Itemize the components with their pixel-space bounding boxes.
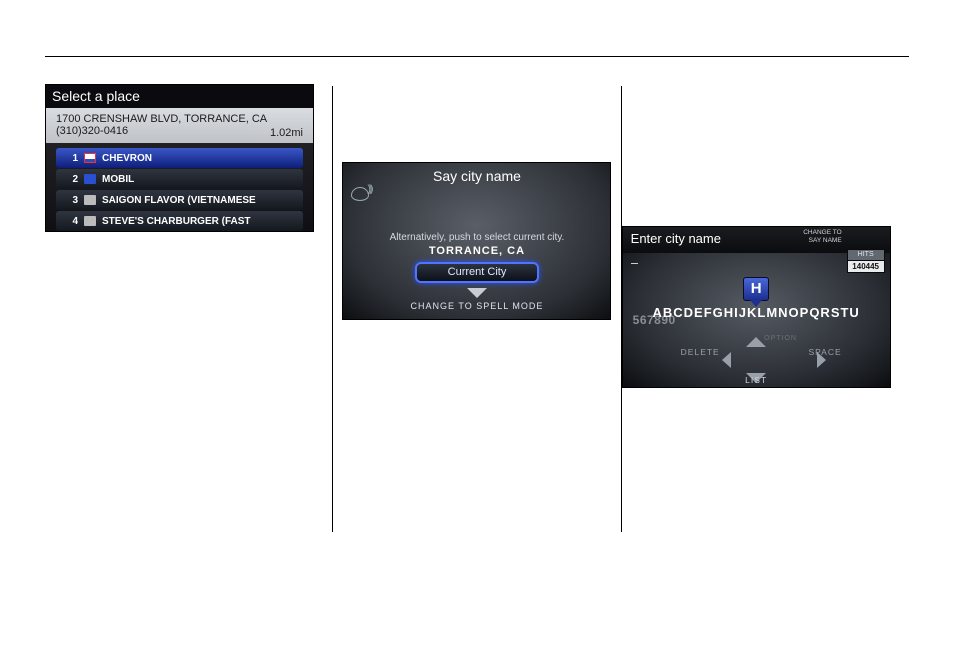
screen1-info: 1700 CRENSHAW BLVD, TORRANCE, CA (310)32…	[46, 108, 313, 143]
entry-field[interactable]	[631, 255, 638, 267]
screen1-address: 1700 CRENSHAW BLVD, TORRANCE, CA	[56, 113, 303, 125]
screen1-list: 1 CHEVRON 2 MOBIL 3 SAIGON FLAVOR (VIETN…	[46, 143, 313, 238]
current-city-button[interactable]: Current City	[415, 262, 539, 283]
voice-icon: )))	[349, 185, 375, 207]
brand-icon	[84, 153, 96, 163]
list-name: MOBIL	[102, 174, 134, 185]
horizontal-rule	[45, 56, 909, 57]
letter-wheel[interactable]: 567890 ABCDEFGHIJKLMNOPQRSTU H	[623, 305, 890, 339]
option-label[interactable]: OPTION	[764, 335, 797, 342]
category-icon	[84, 216, 96, 226]
space-label[interactable]: SPACE	[808, 347, 841, 357]
screen1-title: Select a place	[46, 85, 313, 108]
hits-value: 140445	[847, 260, 885, 273]
screen-say-city: Say city name ))) Alternatively, push to…	[342, 162, 611, 320]
list-num: 4	[62, 216, 78, 227]
down-arrow-icon	[467, 288, 487, 298]
change-to-say-name[interactable]: CHANGE TO SAY NAME	[803, 229, 841, 245]
category-icon	[84, 195, 96, 205]
column-1: Select a place 1700 CRENSHAW BLVD, TORRA…	[45, 70, 332, 592]
list-item[interactable]: 4 STEVE'S CHARBURGER (FAST	[56, 211, 303, 231]
screen2-subtitle: Alternatively, push to select current ci…	[343, 232, 610, 243]
screen2-footer: CHANGE TO SPELL MODE	[343, 301, 610, 311]
dpad-up-icon[interactable]	[746, 337, 766, 347]
list-name: SAIGON FLAVOR (VIETNAMESE	[102, 195, 256, 206]
list-item[interactable]: 3 SAIGON FLAVOR (VIETNAMESE	[56, 190, 303, 210]
list-item[interactable]: 1 CHEVRON	[56, 148, 303, 168]
column-2: Say city name ))) Alternatively, push to…	[333, 70, 620, 592]
screen1-distance: 1.02mi	[270, 127, 303, 139]
hits-box: HITS 140445	[847, 249, 885, 273]
list-name: STEVE'S CHARBURGER (FAST	[102, 216, 251, 227]
screen-select-place: Select a place 1700 CRENSHAW BLVD, TORRA…	[45, 84, 314, 232]
dpad-left-icon[interactable]	[722, 352, 731, 368]
wheel-letters: ABCDEFGHIJKLMNOPQRSTU	[652, 305, 859, 320]
delete-label[interactable]: DELETE	[681, 347, 720, 357]
list-name: CHEVRON	[102, 153, 152, 164]
list-num: 3	[62, 195, 78, 206]
list-label[interactable]: LIST	[745, 375, 767, 385]
screen1-phone: (310)320-0416	[56, 125, 128, 137]
screen2-city: TORRANCE, CA	[343, 245, 610, 257]
list-num: 2	[62, 174, 78, 185]
screen-enter-city: Enter city name CHANGE TO SAY NAME HITS …	[622, 226, 891, 388]
list-item[interactable]: 2 MOBIL	[56, 169, 303, 189]
list-num: 1	[62, 153, 78, 164]
wheel-highlight: H	[743, 277, 769, 301]
brand-icon	[84, 174, 96, 184]
column-3: Enter city name CHANGE TO SAY NAME HITS …	[622, 70, 909, 592]
screen3-title: Enter city name	[623, 227, 721, 246]
screen2-title: Say city name	[343, 163, 610, 184]
